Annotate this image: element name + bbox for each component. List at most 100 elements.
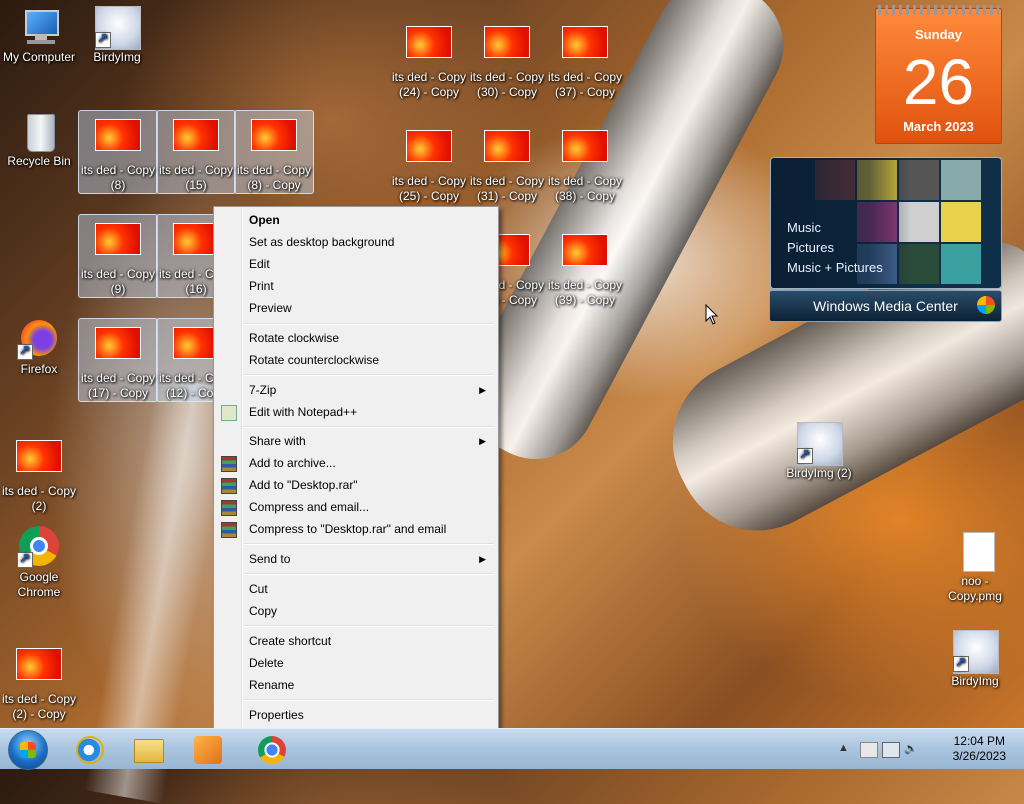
taskbar-google-chrome[interactable] — [244, 731, 300, 767]
menu-item-label: Print — [249, 279, 274, 293]
taskbar: ▲ 🔈 12:04 PM 3/26/2023 — [0, 728, 1024, 770]
menu-item-rename[interactable]: Rename — [216, 674, 496, 696]
menu-item-rotate-counterclockwise[interactable]: Rotate counterclockwise — [216, 349, 496, 371]
desktop-icon-label: its ded - Copy (31) - Copy — [469, 174, 545, 203]
media-option-music[interactable]: Music — [787, 220, 821, 235]
windows-logo-icon — [20, 742, 36, 758]
menu-item-open[interactable]: Open — [216, 209, 496, 231]
desktop-icon-birdyimg[interactable]: BirdyImg — [78, 6, 156, 65]
menu-item-add-to-archive[interactable]: Add to archive... — [216, 452, 496, 474]
taskbar-clock[interactable]: 12:04 PM 3/26/2023 — [953, 734, 1006, 764]
menu-item-label: Rename — [249, 678, 295, 692]
image-thumbnail-icon — [94, 327, 142, 369]
document-file-icon — [951, 530, 999, 572]
desktop-icon-label: Firefox — [20, 362, 58, 376]
start-button[interactable] — [8, 730, 48, 770]
menu-item-cut[interactable]: Cut — [216, 578, 496, 600]
desktop-icon-label: its ded - Copy (24) - Copy — [391, 70, 467, 99]
desktop-icon-image-file[interactable]: its ded - Copy (2) — [0, 432, 78, 514]
calendar-day-name: Sunday — [915, 27, 962, 42]
notepadpp-icon — [221, 405, 237, 421]
calendar-gadget[interactable]: Sunday 26 March 2023 — [875, 5, 1002, 144]
menu-item-set-desktop-background[interactable]: Set as desktop background — [216, 231, 496, 253]
media-option-pictures[interactable]: Pictures — [787, 240, 834, 255]
desktop-icon-my-computer[interactable]: My Computer — [0, 6, 78, 65]
desktop-icon-image-file[interactable]: its ded - Copy (31) - Copy — [468, 122, 546, 204]
desktop-icon-google-chrome[interactable]: Google Chrome — [0, 526, 78, 600]
menu-item-label: Properties — [249, 708, 304, 722]
desktop-icon-label: its ded - Copy (17) - Copy — [80, 371, 156, 400]
menu-item-label: Share with — [249, 434, 306, 448]
menu-item-7zip[interactable]: 7-Zip ▶ — [216, 379, 496, 401]
media-option-music-pictures[interactable]: Music + Pictures — [787, 260, 883, 275]
desktop-icon-image-file[interactable]: its ded - Copy (30) - Copy — [468, 18, 546, 100]
media-center-bar[interactable]: Windows Media Center — [769, 290, 1002, 322]
desktop-icon-image-file[interactable]: its ded - Copy (38) - Copy — [546, 122, 624, 204]
shortcut-arrow-icon — [797, 446, 813, 464]
menu-item-edit[interactable]: Edit — [216, 253, 496, 275]
action-center-icon[interactable] — [860, 742, 878, 758]
menu-item-compress-and-email[interactable]: Compress and email... — [216, 496, 496, 518]
calendar-month-year: March 2023 — [903, 119, 974, 134]
menu-item-print[interactable]: Print — [216, 275, 496, 297]
image-thumbnail-icon — [94, 119, 142, 161]
image-thumbnail-icon — [405, 26, 453, 68]
menu-item-label: Set as desktop background — [249, 235, 395, 249]
desktop-icon-birdyimg[interactable]: BirdyImg — [936, 630, 1014, 689]
media-center-label: Windows Media Center — [813, 298, 958, 314]
desktop-icon-birdyimg[interactable]: BirdyImg (2) — [780, 422, 858, 481]
menu-item-preview[interactable]: Preview — [216, 297, 496, 319]
taskbar-internet-explorer[interactable] — [62, 731, 118, 767]
desktop-icon-label: BirdyImg (2) — [786, 466, 852, 480]
network-icon[interactable] — [882, 742, 900, 758]
menu-item-copy[interactable]: Copy — [216, 600, 496, 622]
desktop-icon-image-file[interactable]: its ded - Copy (25) - Copy — [390, 122, 468, 204]
desktop-icon-image-file[interactable]: its ded - Copy (9) — [78, 214, 158, 298]
firefox-icon — [15, 318, 63, 360]
menu-item-compress-to-desktop-rar-email[interactable]: Compress to "Desktop.rar" and email — [216, 518, 496, 540]
shortcut-arrow-icon — [95, 30, 111, 48]
menu-item-properties[interactable]: Properties — [216, 704, 496, 726]
desktop-icon-firefox[interactable]: Firefox — [0, 318, 78, 377]
shortcut-arrow-icon — [17, 342, 33, 360]
menu-item-label: Compress and email... — [249, 500, 370, 514]
volume-muted-icon[interactable]: 🔈 — [904, 742, 920, 756]
menu-item-send-to[interactable]: Send to ▶ — [216, 548, 496, 570]
image-thumbnail-icon — [483, 26, 531, 68]
media-tile — [941, 244, 981, 284]
desktop-icon-label: BirdyImg — [951, 674, 999, 688]
mouse-cursor-icon — [705, 304, 719, 325]
menu-item-share-with[interactable]: Share with ▶ — [216, 430, 496, 452]
menu-item-label: Send to — [249, 552, 291, 566]
taskbar-windows-explorer[interactable] — [120, 731, 176, 767]
menu-item-rotate-clockwise[interactable]: Rotate clockwise — [216, 327, 496, 349]
desktop-icon-image-file[interactable]: its ded - Copy (15) — [156, 110, 236, 194]
desktop-icon-image-file[interactable]: its ded - Copy (24) - Copy — [390, 18, 468, 100]
shortcut-arrow-icon — [953, 654, 969, 672]
menu-item-label: Edit with Notepad++ — [249, 405, 358, 419]
menu-item-edit-notepadpp[interactable]: Edit with Notepad++ — [216, 401, 496, 423]
show-hidden-icons-chevron-icon[interactable]: ▲ — [838, 742, 854, 756]
desktop-icon-image-file[interactable]: its ded - Copy (2) - Copy — [0, 640, 78, 722]
menu-item-label: Create shortcut — [249, 634, 332, 648]
media-center-gadget[interactable]: Music Pictures Music + Pictures — [770, 157, 1002, 289]
desktop-icon-noo-copy[interactable]: noo - Copy.pmg — [936, 530, 1014, 604]
desktop-icon-image-file[interactable]: its ded - Copy (37) - Copy — [546, 18, 624, 100]
desktop-icon-image-file[interactable]: its ded - Copy (8) - Copy — [234, 110, 314, 194]
taskbar-media-player[interactable] — [180, 731, 236, 767]
desktop-icon-recycle-bin[interactable]: Recycle Bin — [0, 110, 78, 169]
desktop-icon-image-file[interactable]: its ded - Copy (39) - Copy — [546, 226, 624, 308]
menu-item-delete[interactable]: Delete — [216, 652, 496, 674]
media-tile — [941, 202, 981, 242]
image-thumbnail-icon — [561, 26, 609, 68]
desktop-icon-image-file[interactable]: its ded - Copy (8) — [78, 110, 158, 194]
menu-item-label: Edit — [249, 257, 270, 271]
shortcut-arrow-icon — [17, 550, 33, 568]
desktop-icon-image-file[interactable]: its ded - Copy (17) - Copy — [78, 318, 158, 402]
menu-item-create-shortcut[interactable]: Create shortcut — [216, 630, 496, 652]
google-chrome-icon — [258, 736, 286, 764]
desktop-icon-label: BirdyImg — [93, 50, 141, 64]
menu-item-add-to-desktop-rar[interactable]: Add to "Desktop.rar" — [216, 474, 496, 496]
menu-separator — [244, 374, 494, 376]
context-menu: Open Set as desktop background Edit Prin… — [213, 206, 499, 729]
